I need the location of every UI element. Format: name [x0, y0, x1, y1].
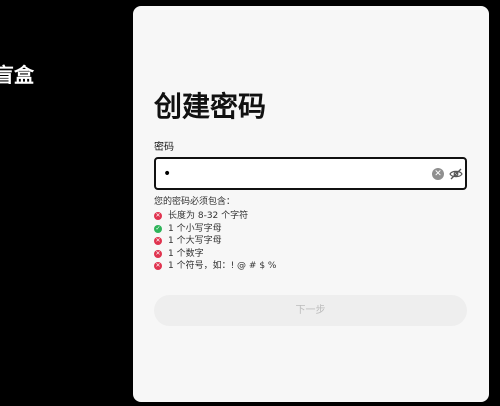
requirement-item: ✓ 1 个小写字母 — [154, 223, 276, 235]
requirement-item: ✕ 长度为 8-32 个字符 — [154, 210, 276, 222]
brand-name: 盲盒 — [0, 63, 34, 87]
requirement-text: 1 个数字 — [168, 248, 204, 259]
x-circle-icon: ✕ — [154, 212, 162, 220]
requirement-item: ✕ 1 个数字 — [154, 248, 276, 260]
page-title: 创建密码 — [154, 90, 267, 123]
requirement-item: ✕ 1 个符号，如：! @ # $ % — [154, 260, 276, 272]
next-button[interactable]: 下一步 — [154, 295, 467, 326]
check-circle-icon: ✓ — [154, 224, 162, 233]
requirement-text: 1 个小写字母 — [168, 223, 222, 234]
requirement-item: ✕ 1 个大写字母 — [154, 235, 276, 247]
requirement-text: 1 个大写字母 — [168, 236, 222, 247]
password-field[interactable]: • ✕ — [154, 157, 467, 190]
password-value[interactable]: • — [163, 165, 171, 183]
create-password-card: 创建密码 密码 • ✕ 您的密码必须包含： ✕ 长度为 8-32 个字符 ✓ 1… — [133, 6, 489, 402]
clear-icon[interactable]: ✕ — [432, 168, 444, 180]
requirement-text: 1 个符号，如：! @ # $ % — [168, 261, 277, 272]
x-circle-icon: ✕ — [154, 249, 162, 258]
eye-slash-icon[interactable] — [449, 166, 463, 180]
brand-title: 盲盒 — [0, 60, 40, 90]
x-circle-icon: ✕ — [154, 237, 162, 246]
requirements-title: 您的密码必须包含： — [154, 197, 236, 207]
x-circle-icon: ✕ — [154, 262, 162, 271]
requirement-text: 长度为 8-32 个字符 — [168, 211, 249, 221]
requirements-list: ✕ 长度为 8-32 个字符 ✓ 1 个小写字母 ✕ 1 个大写字母 ✕ 1 个… — [154, 210, 276, 273]
password-label: 密码 — [154, 142, 174, 153]
